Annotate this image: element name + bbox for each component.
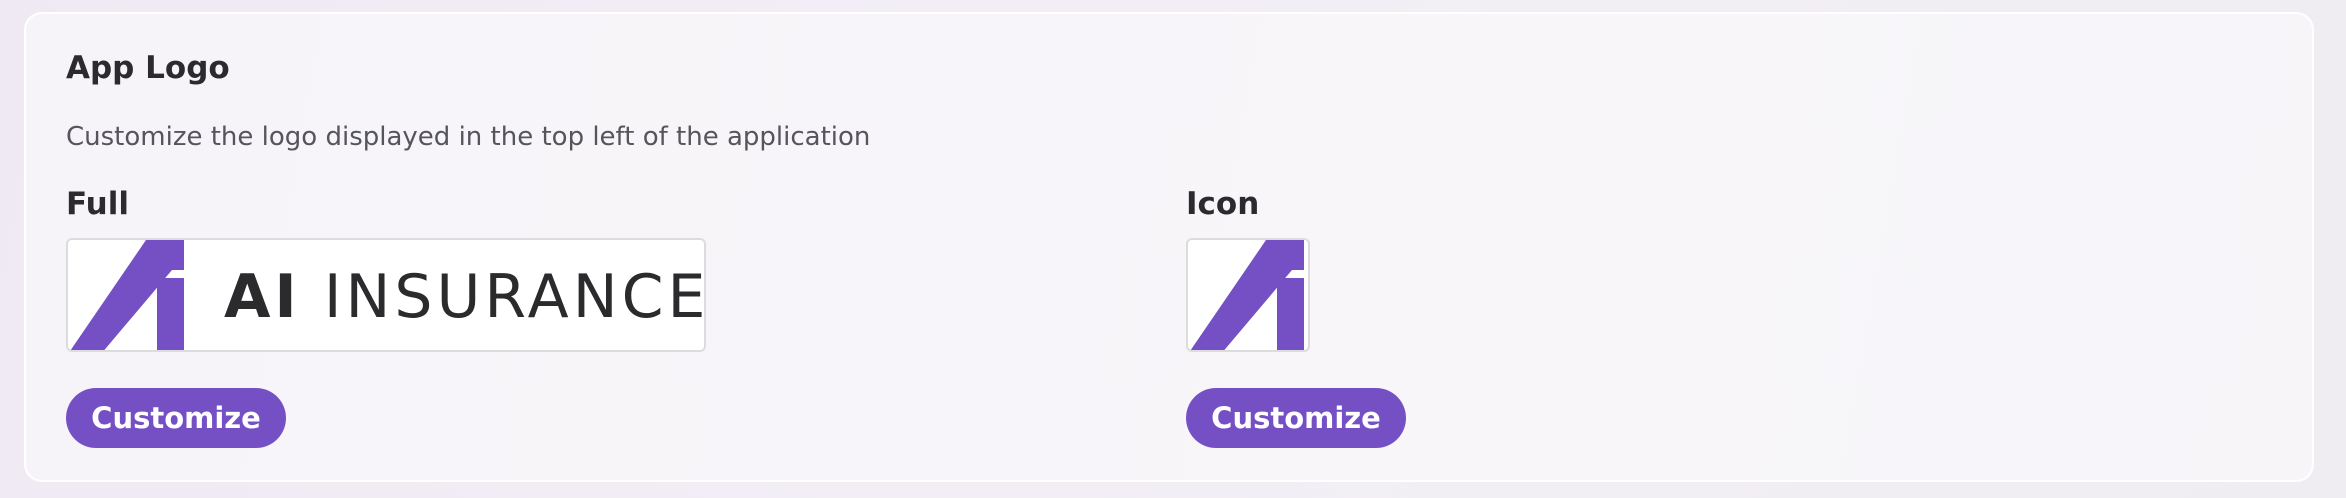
logo-wordmark-ai: AI: [224, 262, 301, 332]
section-description: Customize the logo displayed in the top …: [66, 122, 871, 152]
full-logo-label: Full: [66, 186, 129, 222]
logo-wordmark: AI INSURANCE: [224, 262, 706, 332]
icon-logo-preview: [1186, 238, 1310, 352]
customize-full-logo-button[interactable]: Customize: [66, 388, 286, 448]
section-title: App Logo: [66, 50, 230, 86]
customize-icon-logo-button[interactable]: Customize: [1186, 388, 1406, 448]
logo-wordmark-insurance: INSURANCE: [300, 262, 706, 332]
logo-mark-icon: [70, 240, 184, 350]
icon-logo-label: Icon: [1186, 186, 1260, 222]
full-logo-preview: AI INSURANCE: [66, 238, 706, 352]
app-logo-card: App Logo Customize the logo displayed in…: [24, 12, 2314, 482]
logo-mark-icon: [1190, 240, 1304, 350]
